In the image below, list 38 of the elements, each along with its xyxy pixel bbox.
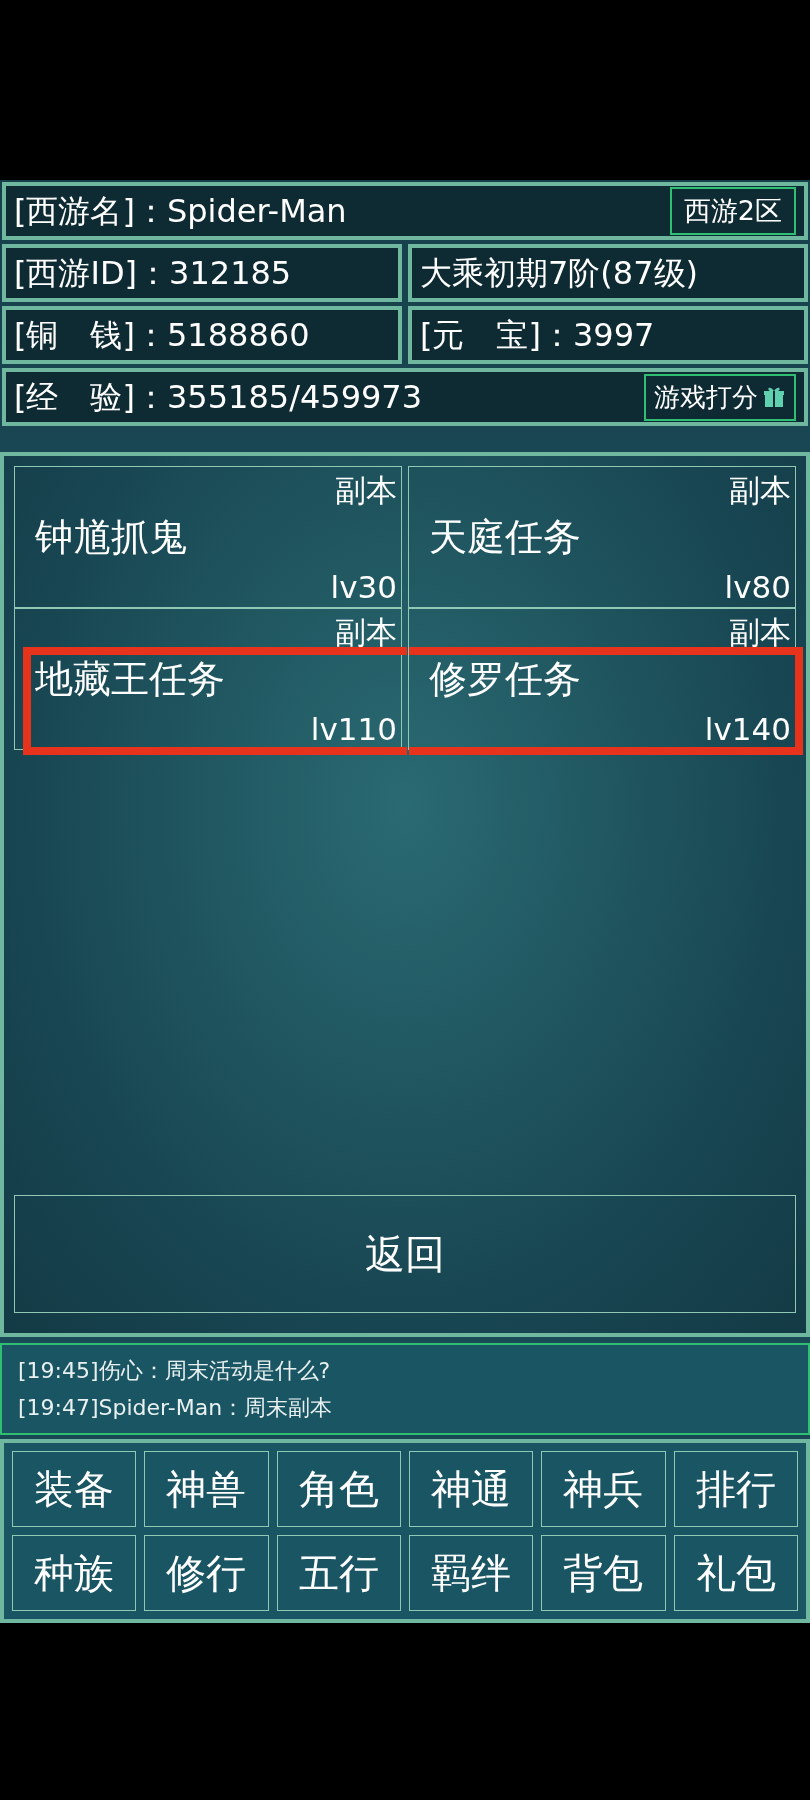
menu-button[interactable]: 神通 bbox=[409, 1451, 534, 1527]
menu-button[interactable]: 角色 bbox=[276, 1451, 401, 1527]
menu-button[interactable]: 排行 bbox=[673, 1451, 798, 1527]
dungeon-tag: 副本 bbox=[729, 475, 791, 506]
menu-button[interactable]: 种族 bbox=[12, 1535, 137, 1611]
menu-button[interactable]: 神兽 bbox=[144, 1451, 269, 1527]
player-name: [西游名]：Spider-Man bbox=[14, 191, 347, 232]
dungeon-level: lv140 bbox=[704, 714, 791, 745]
dungeon-title: 修罗任务 bbox=[429, 655, 581, 703]
menu-button[interactable]: 礼包 bbox=[673, 1535, 798, 1611]
menu-button[interactable]: 装备 bbox=[12, 1451, 137, 1527]
dungeon-title: 钟馗抓鬼 bbox=[35, 513, 187, 561]
dungeon-level: lv30 bbox=[330, 572, 397, 603]
coins: [铜 钱]：5188860 bbox=[14, 315, 310, 356]
menu-button[interactable]: 背包 bbox=[541, 1535, 666, 1611]
menu-button[interactable]: 神兵 bbox=[541, 1451, 666, 1527]
menu-button[interactable]: 五行 bbox=[276, 1535, 401, 1611]
realm-level: 大乘初期7阶(87级) bbox=[420, 253, 699, 294]
dungeon-tag: 副本 bbox=[729, 617, 791, 648]
experience: [经 验]：355185/459973 bbox=[14, 377, 423, 418]
dungeon-level: lv110 bbox=[310, 714, 397, 745]
rate-game-button[interactable]: 游戏打分 bbox=[644, 373, 796, 421]
dungeon-card[interactable]: 副本 钟馗抓鬼 lv30 bbox=[14, 466, 402, 608]
menu-button[interactable]: 羁绊 bbox=[409, 1535, 534, 1611]
gift-icon bbox=[762, 385, 786, 409]
back-button[interactable]: 返回 bbox=[14, 1195, 796, 1313]
server-badge[interactable]: 西游2区 bbox=[669, 186, 796, 236]
dungeon-card[interactable]: 副本 天庭任务 lv80 bbox=[408, 466, 796, 608]
ingots: [元 宝]：3997 bbox=[420, 315, 655, 356]
menu-button[interactable]: 修行 bbox=[144, 1535, 269, 1611]
dungeon-title: 地藏王任务 bbox=[35, 655, 225, 703]
dungeon-tag: 副本 bbox=[335, 617, 397, 648]
player-id: [西游ID]：312185 bbox=[14, 253, 292, 294]
dungeon-title: 天庭任务 bbox=[429, 513, 581, 561]
dungeon-tag: 副本 bbox=[335, 475, 397, 506]
chat-message: [19:45]伤心：周末活动是什么? bbox=[18, 1357, 332, 1385]
dungeon-level: lv80 bbox=[724, 572, 791, 603]
chat-message: [19:47]Spider-Man：周末副本 bbox=[18, 1394, 334, 1422]
